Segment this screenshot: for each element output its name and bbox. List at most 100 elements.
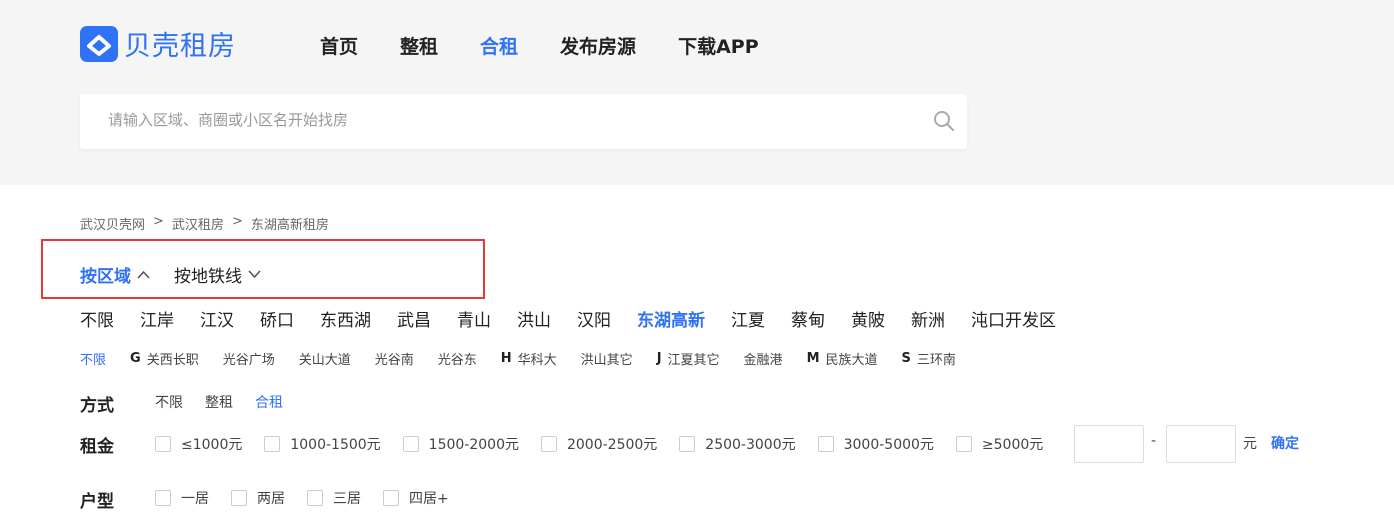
district-item[interactable]: 洪山 [517, 306, 551, 331]
filter-label-mode: 方式 [80, 396, 114, 416]
subarea-item[interactable]: 光谷广场 [223, 349, 275, 368]
nav-publish[interactable]: 发布房源 [560, 32, 636, 59]
chevron-up-icon [137, 270, 150, 279]
subarea-item[interactable]: 江夏其它 [668, 349, 720, 368]
range-dash: - [1151, 433, 1157, 449]
checkbox-label: ≥5000元 [981, 437, 1044, 453]
district-item-active[interactable]: 东湖高新 [637, 306, 705, 331]
subarea-item[interactable]: 关西长职 [147, 349, 199, 368]
checkbox-label: 三居 [333, 491, 361, 507]
subarea-item[interactable]: 金融港 [744, 349, 783, 368]
mode-option[interactable]: 不限 [155, 392, 183, 412]
checkbox-label: 1500-2000元 [428, 437, 519, 453]
nav-download-app[interactable]: 下载APP [678, 32, 759, 59]
rent-confirm-button[interactable]: 确定 [1271, 433, 1299, 453]
rent-checkbox[interactable]: ≤1000元 [155, 434, 242, 454]
filter-label-rent: 租金 [80, 437, 114, 457]
rent-checkbox[interactable]: 1000-1500元 [264, 434, 381, 454]
district-item[interactable]: 青山 [457, 306, 491, 331]
district-item[interactable]: 武昌 [397, 306, 431, 331]
search-input[interactable] [108, 111, 908, 129]
search-mode-tabs: 按区域 按地铁线 [80, 262, 285, 287]
breadcrumb-item[interactable]: 东湖高新租房 [251, 214, 329, 233]
district-item[interactable]: 沌口开发区 [971, 306, 1056, 331]
district-item[interactable]: 江汉 [200, 306, 234, 331]
checkbox-label: 2500-3000元 [705, 437, 796, 453]
subarea-item-active[interactable]: 不限 [80, 349, 106, 368]
checkbox-box[interactable] [264, 436, 281, 452]
chevron-down-icon [248, 270, 261, 279]
layout-checkbox[interactable]: 三居 [307, 488, 361, 508]
checkbox-label: 2000-2500元 [566, 437, 658, 453]
checkbox-box[interactable] [817, 436, 834, 452]
checkbox-label: 两居 [257, 491, 285, 507]
breadcrumb-item[interactable]: 武汉贝壳网 [80, 214, 145, 233]
checkbox-label: 四居+ [409, 491, 449, 507]
checkbox-box[interactable] [402, 436, 419, 452]
checkbox-box[interactable] [155, 436, 171, 452]
district-item[interactable]: 蔡甸 [791, 306, 825, 331]
district-item[interactable]: 黄陂 [851, 306, 885, 331]
rent-max-input[interactable] [1166, 425, 1236, 463]
rent-options: ≤1000元 1000-1500元 1500-2000元 2000-2500元 … [155, 434, 1065, 454]
search-bar [80, 94, 967, 149]
subarea-item[interactable]: 光谷东 [438, 349, 477, 368]
layout-checkbox[interactable]: 两居 [231, 488, 285, 508]
layout-checkbox[interactable]: 一居 [155, 488, 209, 508]
subarea-item[interactable]: 关山大道 [299, 349, 351, 368]
rent-checkbox[interactable]: 1500-2000元 [402, 434, 519, 454]
checkbox-box[interactable] [307, 490, 323, 506]
nav-shared-rent[interactable]: 合租 [480, 32, 518, 59]
rent-min-input[interactable] [1074, 425, 1144, 463]
logo[interactable]: 贝壳租房 [80, 24, 236, 63]
tab-by-subway[interactable]: 按地铁线 [174, 262, 261, 287]
breadcrumb: 武汉贝壳网 > 武汉租房 > 东湖高新租房 [80, 214, 329, 233]
checkbox-box[interactable] [679, 436, 696, 452]
breadcrumb-item[interactable]: 武汉租房 [172, 214, 224, 233]
district-item[interactable]: 硚口 [260, 306, 294, 331]
checkbox-box[interactable] [231, 490, 247, 506]
rent-checkbox[interactable]: 2500-3000元 [679, 434, 796, 454]
district-item[interactable]: 东西湖 [320, 306, 371, 331]
mode-option-active[interactable]: 合租 [255, 392, 283, 412]
district-item[interactable]: 江岸 [140, 306, 174, 331]
tab-by-district[interactable]: 按区域 [80, 262, 150, 287]
subarea-letter: S [901, 351, 911, 366]
nav-whole-rent[interactable]: 整租 [400, 32, 438, 59]
rent-unit: 元 [1243, 436, 1257, 452]
district-item[interactable]: 江夏 [731, 306, 765, 331]
checkbox-label: 1000-1500元 [290, 437, 381, 453]
district-item[interactable]: 新洲 [911, 306, 945, 331]
district-list: 不限 江岸 江汉 硚口 东西湖 武昌 青山 洪山 汉阳 东湖高新 江夏 蔡甸 黄… [80, 306, 1082, 331]
subarea-item[interactable]: 三环南 [917, 349, 956, 368]
subarea-item[interactable]: 华科大 [518, 349, 557, 368]
checkbox-box[interactable] [540, 436, 557, 452]
layout-options: 一居 两居 三居 四居+ [155, 488, 471, 508]
checkbox-label: 3000-5000元 [843, 437, 934, 453]
subarea-item[interactable]: 光谷南 [375, 349, 414, 368]
district-item[interactable]: 汉阳 [577, 306, 611, 331]
checkbox-box[interactable] [955, 436, 972, 452]
tab-label: 按地铁线 [174, 267, 242, 287]
subarea-letter: J [656, 351, 662, 366]
checkbox-box[interactable] [155, 490, 171, 506]
subarea-item[interactable]: 洪山其它 [581, 349, 633, 368]
mode-option[interactable]: 整租 [205, 392, 233, 412]
main-nav: 首页 整租 合租 发布房源 下载APP [320, 32, 801, 59]
nav-home[interactable]: 首页 [320, 32, 358, 59]
logo-icon [80, 25, 118, 62]
search-icon[interactable] [933, 110, 955, 136]
layout-checkbox[interactable]: 四居+ [383, 488, 449, 508]
mode-options: 不限 整租 合租 [155, 392, 305, 412]
rent-checkbox[interactable]: ≥5000元 [955, 434, 1044, 454]
subarea-item[interactable]: 民族大道 [826, 349, 878, 368]
checkbox-box[interactable] [383, 490, 399, 506]
district-item[interactable]: 不限 [80, 306, 114, 331]
subarea-letter: M [806, 351, 820, 366]
rent-checkbox[interactable]: 2000-2500元 [540, 434, 658, 454]
filter-label-layout: 户型 [80, 492, 114, 512]
rent-checkbox[interactable]: 3000-5000元 [817, 434, 934, 454]
subarea-letter: H [500, 351, 512, 366]
breadcrumb-separator: > [231, 214, 243, 229]
header-area: 贝壳租房 首页 整租 合租 发布房源 下载APP [0, 0, 1394, 185]
